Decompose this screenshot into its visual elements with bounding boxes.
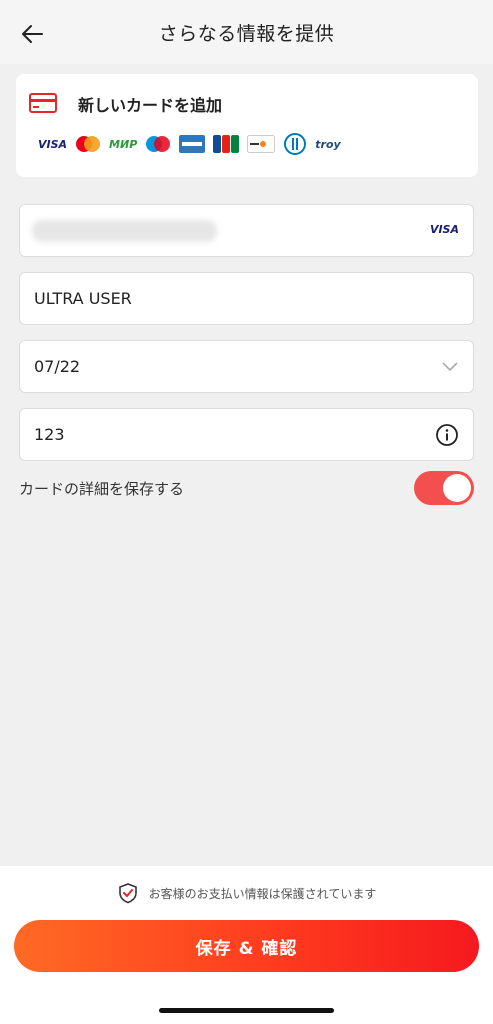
jcb-logo	[213, 133, 240, 155]
expiry-date-select[interactable]: 07/22	[19, 340, 474, 393]
secure-payment-text: お客様のお支払い情報は保護されています	[148, 886, 377, 901]
cvv-field[interactable]: 123	[19, 408, 474, 461]
visa-logo: VISA	[38, 137, 68, 151]
back-button[interactable]	[16, 18, 48, 50]
info-icon[interactable]	[435, 423, 459, 447]
amex-logo	[179, 133, 206, 155]
mir-logo: МИР	[109, 137, 138, 151]
secure-payment-note: お客様のお支払い情報は保護されています	[0, 882, 493, 904]
masked-card-number	[32, 220, 217, 242]
credit-card-icon	[29, 93, 57, 113]
add-card-title: 新しいカードを追加	[78, 96, 223, 115]
cardholder-name-value: ULTRA USER	[34, 289, 132, 308]
save-card-toggle[interactable]	[414, 471, 474, 505]
home-indicator	[159, 1008, 334, 1013]
toggle-knob	[443, 474, 471, 502]
card-number-field[interactable]: VISA	[19, 204, 474, 257]
diners-club-logo	[283, 133, 307, 155]
save-card-label: カードの詳細を保存する	[19, 480, 185, 498]
troy-logo: troy	[315, 137, 341, 151]
save-and-confirm-button[interactable]: 保存 & 確認	[14, 920, 479, 972]
maestro-logo	[145, 133, 171, 155]
discover-logo	[247, 133, 276, 155]
cardholder-name-field[interactable]: ULTRA USER	[19, 272, 474, 325]
card-brand-list: VISA МИР troy	[38, 132, 349, 156]
cvv-value: 123	[34, 425, 65, 444]
top-bar: さらなる情報を提供	[0, 0, 493, 64]
page-title: さらなる情報を提供	[158, 22, 335, 45]
mastercard-logo	[75, 133, 101, 155]
add-card-panel: 新しいカードを追加 VISA МИР troy	[16, 74, 478, 177]
shield-check-icon	[118, 883, 137, 904]
expiry-date-value: 07/22	[34, 357, 81, 376]
bottom-bar: お客様のお支払い情報は保護されています 保存 & 確認	[0, 866, 493, 1024]
card-brand-indicator: VISA	[429, 223, 459, 236]
arrow-left-icon	[22, 25, 43, 43]
chevron-down-icon	[442, 362, 458, 372]
